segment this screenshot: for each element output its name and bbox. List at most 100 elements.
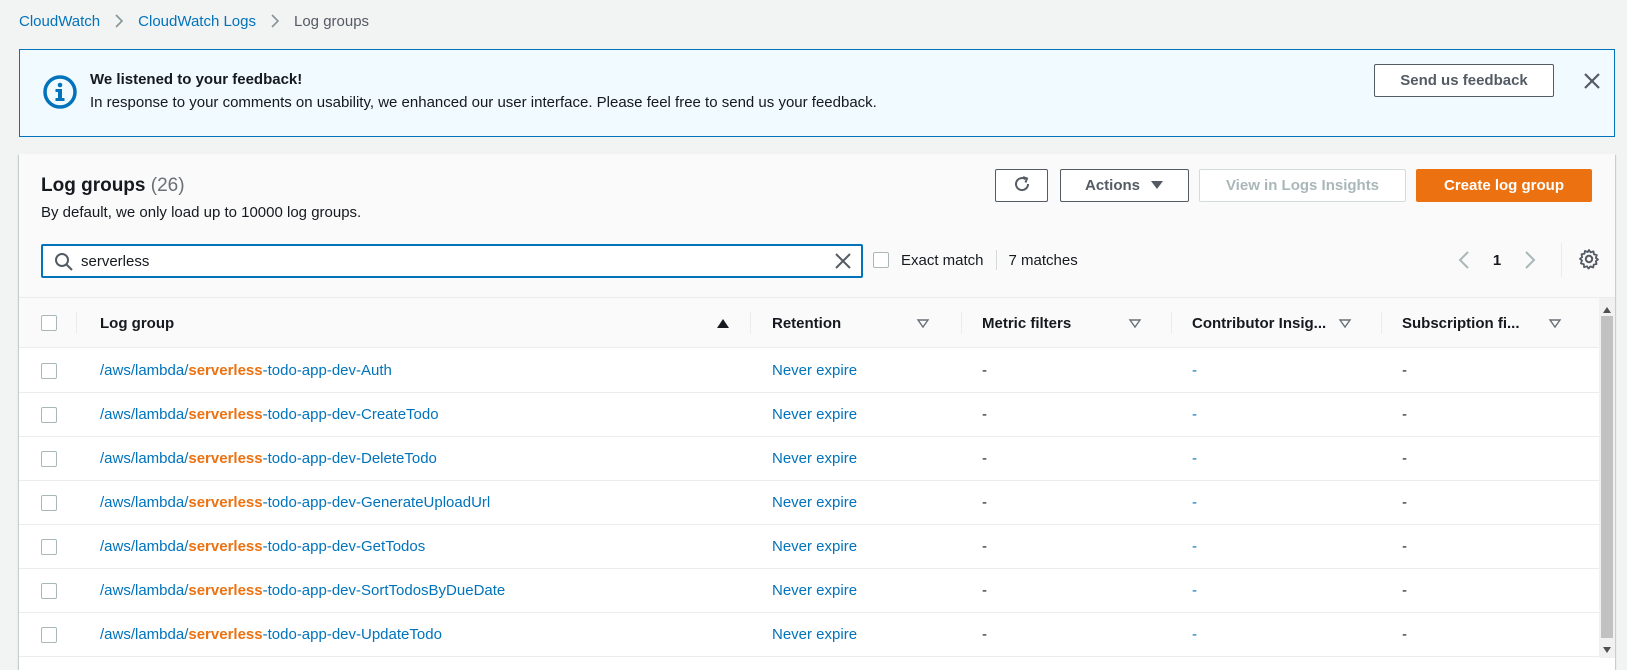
- log-group-link[interactable]: /aws/lambda/serverless-todo-app-dev-GetT…: [100, 538, 425, 555]
- row-checkbox[interactable]: [41, 451, 57, 467]
- contributor-insights-value[interactable]: -: [1192, 392, 1197, 437]
- metric-filters-value: -: [982, 450, 987, 467]
- log-group-link[interactable]: /aws/lambda/serverless-todo-app-dev-Auth: [100, 362, 392, 379]
- table-row: /aws/lambda/serverless-todo-app-dev-Gene…: [19, 480, 1599, 525]
- column-divider: [76, 312, 77, 334]
- log-group-link[interactable]: /aws/lambda/serverless-todo-app-dev-Gene…: [100, 494, 490, 511]
- contributor-insights-value[interactable]: -: [1192, 436, 1197, 481]
- table-row: /aws/lambda/serverless-todo-app-dev-Auth…: [19, 348, 1599, 393]
- log-group-link[interactable]: /aws/lambda/serverless-todo-app-dev-Upda…: [100, 626, 442, 643]
- column-label: Metric filters: [982, 314, 1072, 332]
- column-header-log-group[interactable]: Log group: [100, 298, 744, 348]
- scroll-up-arrow[interactable]: [1602, 302, 1612, 313]
- log-group-prefix: /aws/lambda/: [100, 362, 189, 379]
- retention-link[interactable]: Never expire: [772, 406, 857, 423]
- close-banner-button[interactable]: [1580, 69, 1604, 93]
- chevron-right-icon: [262, 13, 288, 29]
- view-in-logs-insights-button[interactable]: View in Logs Insights: [1199, 169, 1406, 202]
- retention-link[interactable]: Never expire: [772, 626, 857, 643]
- panel-title: Log groups (26): [41, 175, 185, 197]
- subscription-filters-value: -: [1402, 494, 1407, 511]
- search-input[interactable]: [81, 249, 821, 273]
- search-icon: [54, 252, 74, 272]
- search-highlight: serverless: [188, 494, 263, 511]
- row-checkbox[interactable]: [41, 363, 57, 379]
- page-number[interactable]: 1: [1475, 252, 1519, 269]
- breadcrumb-cloudwatch-logs[interactable]: CloudWatch Logs: [138, 13, 256, 30]
- metric-filters-value: -: [982, 582, 987, 599]
- breadcrumb: CloudWatch CloudWatch Logs Log groups: [19, 10, 369, 32]
- previous-page-button[interactable]: [1453, 249, 1475, 271]
- create-log-group-button[interactable]: Create log group: [1416, 169, 1592, 202]
- subscription-filters-value: -: [1402, 362, 1407, 379]
- refresh-button[interactable]: [995, 169, 1048, 202]
- row-checkbox[interactable]: [41, 583, 57, 599]
- feedback-banner: We listened to your feedback! In respons…: [19, 49, 1615, 137]
- column-divider: [1381, 312, 1382, 334]
- breadcrumb-cloudwatch[interactable]: CloudWatch: [19, 13, 100, 30]
- retention-link[interactable]: Never expire: [772, 582, 857, 599]
- column-header-retention[interactable]: Retention: [772, 298, 956, 348]
- log-group-link[interactable]: /aws/lambda/serverless-todo-app-dev-Crea…: [100, 406, 439, 423]
- select-all-checkbox[interactable]: [41, 315, 57, 331]
- search-highlight: serverless: [188, 582, 263, 599]
- log-group-suffix: -todo-app-dev-GenerateUploadUrl: [262, 494, 491, 511]
- divider: [995, 250, 997, 270]
- sort-ascending-icon: [716, 316, 730, 330]
- search-highlight: serverless: [188, 538, 263, 555]
- table-row: /aws/lambda/serverless-todo-app-dev-Sort…: [19, 568, 1599, 613]
- log-group-suffix: -todo-app-dev-SortTodosByDueDate: [262, 582, 506, 599]
- table-row: /aws/lambda/serverless-todo-app-dev-GetT…: [19, 524, 1599, 569]
- log-group-link[interactable]: /aws/lambda/serverless-todo-app-dev-Dele…: [100, 450, 437, 467]
- scroll-down-arrow[interactable]: [1602, 642, 1612, 653]
- row-checkbox[interactable]: [41, 539, 57, 555]
- caret-down-icon: [1150, 177, 1164, 194]
- subscription-filters-value: -: [1402, 406, 1407, 423]
- column-header-contributor-insights[interactable]: Contributor Insig...: [1192, 298, 1376, 348]
- log-group-link[interactable]: /aws/lambda/serverless-todo-app-dev-Sort…: [100, 582, 505, 599]
- actions-dropdown-button[interactable]: Actions: [1060, 169, 1189, 202]
- row-checkbox[interactable]: [41, 627, 57, 643]
- panel-header: Log groups (26) By default, we only load…: [19, 154, 1615, 298]
- metric-filters-value: -: [982, 538, 987, 555]
- retention-link[interactable]: Never expire: [772, 450, 857, 467]
- contributor-insights-value[interactable]: -: [1192, 524, 1197, 569]
- contributor-insights-value[interactable]: -: [1192, 568, 1197, 613]
- retention-link[interactable]: Never expire: [772, 494, 857, 511]
- table-row: /aws/lambda/serverless-todo-app-dev-Dele…: [19, 436, 1599, 481]
- column-header-subscription-filters[interactable]: Subscription fi...: [1402, 298, 1586, 348]
- row-checkbox[interactable]: [41, 495, 57, 511]
- log-group-count: (26): [150, 175, 185, 196]
- clear-icon[interactable]: [833, 251, 853, 271]
- column-label: Contributor Insig...: [1192, 314, 1327, 332]
- contributor-insights-value[interactable]: -: [1192, 612, 1197, 657]
- row-checkbox[interactable]: [41, 407, 57, 423]
- contributor-insights-value[interactable]: -: [1192, 480, 1197, 525]
- exact-match-checkbox[interactable]: [873, 252, 889, 268]
- match-count: 7 matches: [1008, 251, 1078, 269]
- send-feedback-button[interactable]: Send us feedback: [1374, 64, 1554, 97]
- next-page-button[interactable]: [1519, 249, 1541, 271]
- retention-link[interactable]: Never expire: [772, 362, 857, 379]
- metric-filters-value: -: [982, 362, 987, 379]
- scroll-thumb[interactable]: [1601, 316, 1613, 638]
- column-header-metric-filters[interactable]: Metric filters: [982, 298, 1166, 348]
- metric-filters-value: -: [982, 494, 987, 511]
- refresh-icon: [1012, 174, 1032, 198]
- gear-icon[interactable]: [1577, 247, 1601, 271]
- retention-link[interactable]: Never expire: [772, 538, 857, 555]
- contributor-insights-value[interactable]: -: [1192, 348, 1197, 393]
- metric-filters-value: -: [982, 406, 987, 423]
- table-row: /aws/lambda/serverless-todo-app-dev-Upda…: [19, 612, 1599, 657]
- subscription-filters-value: -: [1402, 538, 1407, 555]
- actions-label: Actions: [1084, 177, 1140, 194]
- panel-description: By default, we only load up to 10000 log…: [41, 204, 362, 221]
- table-scrollbar[interactable]: [1599, 298, 1615, 658]
- metric-filters-value: -: [982, 626, 987, 643]
- sort-icon: [1128, 316, 1142, 330]
- divider: [1561, 243, 1562, 277]
- log-group-suffix: -todo-app-dev-GetTodos: [262, 538, 426, 555]
- log-group-prefix: /aws/lambda/: [100, 494, 189, 511]
- panel-title-text: Log groups: [41, 175, 146, 196]
- log-groups-panel: Log groups (26) By default, we only load…: [19, 154, 1615, 670]
